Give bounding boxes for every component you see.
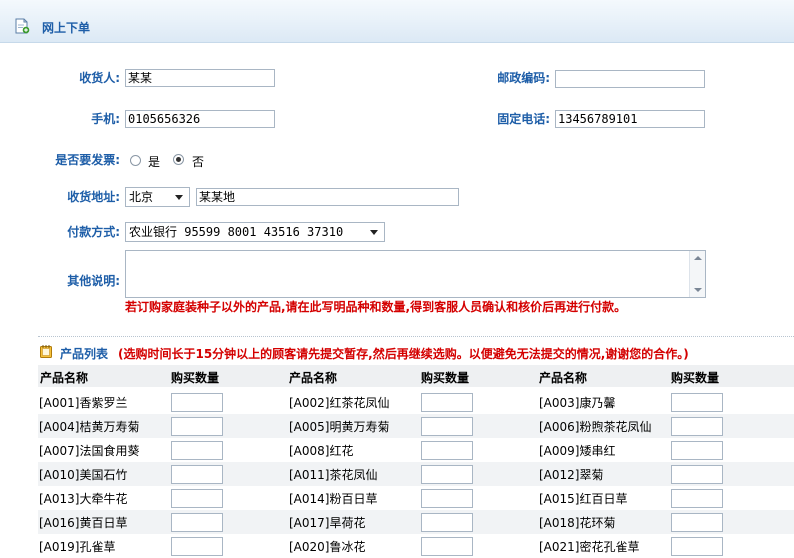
- document-add-icon: [15, 18, 30, 34]
- product-name: [A014]粉百日草: [289, 492, 378, 506]
- product-name: [A017]旱荷花: [289, 516, 366, 530]
- quantity-input[interactable]: [421, 465, 473, 484]
- invoice-label: 是否要发票:: [55, 153, 120, 167]
- chevron-down-icon: [175, 195, 183, 200]
- quantity-input[interactable]: [671, 393, 723, 412]
- product-name: [A004]桔黄万寿菊: [39, 420, 140, 434]
- invoice-yes-radio[interactable]: [130, 155, 141, 166]
- postcode-input[interactable]: [555, 70, 705, 88]
- scroll-down-icon[interactable]: [694, 288, 702, 292]
- quantity-input[interactable]: [171, 513, 223, 532]
- receiver-input[interactable]: 某某: [125, 69, 275, 87]
- product-name: [A008]红花: [289, 444, 354, 458]
- invoice-yes-label: 是: [148, 155, 161, 169]
- address-detail-input[interactable]: 某某地: [196, 188, 459, 206]
- payment-select[interactable]: 农业银行 95599 8001 43516 37310: [125, 222, 385, 242]
- quantity-input[interactable]: [421, 441, 473, 460]
- product-name: [A009]矮串红: [539, 444, 616, 458]
- quantity-input[interactable]: [171, 537, 223, 556]
- receiver-label: 收货人:: [79, 71, 120, 85]
- invoice-no-radio[interactable]: [173, 154, 184, 165]
- postcode-label: 邮政编码:: [497, 71, 550, 85]
- quantity-input[interactable]: [171, 441, 223, 460]
- quantity-input[interactable]: [421, 417, 473, 436]
- product-name: [A007]法国食用葵: [39, 444, 140, 458]
- quantity-input[interactable]: [671, 417, 723, 436]
- product-name: [A005]明黄万寿菊: [289, 420, 390, 434]
- address-label: 收货地址:: [67, 190, 120, 204]
- invoice-no-label: 否: [192, 155, 205, 169]
- product-name: [A012]翠菊: [539, 468, 604, 482]
- quantity-input[interactable]: [171, 465, 223, 484]
- chevron-down-icon: [370, 230, 378, 235]
- column-header-qty: 购买数量: [671, 371, 720, 385]
- product-name: [A015]红百日草: [539, 492, 628, 506]
- quantity-input[interactable]: [421, 489, 473, 508]
- payment-select-value: 农业银行 95599 8001 43516 37310: [129, 225, 344, 239]
- quantity-input[interactable]: [671, 489, 723, 508]
- product-name: [A002]红茶花凤仙: [289, 396, 390, 410]
- product-name: [A003]康乃馨: [539, 396, 616, 410]
- scroll-up-icon[interactable]: [694, 256, 702, 260]
- column-header-name: 产品名称: [289, 371, 338, 385]
- product-list-title: 产品列表: [60, 347, 109, 361]
- mobile-input[interactable]: 0105656326: [125, 110, 275, 128]
- column-header-name: 产品名称: [539, 371, 588, 385]
- divider: [38, 336, 794, 337]
- order-warning: 若订购家庭装种子以外的产品,请在此写明品种和数量,得到客服人员确认和核价后再进行…: [125, 300, 627, 314]
- product-name: [A006]粉煦茶花凤仙: [539, 420, 652, 434]
- product-name: [A020]鲁冰花: [289, 540, 366, 554]
- quantity-input[interactable]: [671, 537, 723, 556]
- payment-label: 付款方式:: [67, 225, 120, 239]
- quantity-input[interactable]: [171, 393, 223, 412]
- product-name: [A018]花环菊: [539, 516, 616, 530]
- quantity-input[interactable]: [671, 465, 723, 484]
- quantity-input[interactable]: [421, 537, 473, 556]
- page-title: 网上下单: [42, 21, 91, 35]
- notepad-icon: [40, 345, 52, 358]
- mobile-label: 手机:: [91, 112, 120, 126]
- city-select-value: 北京: [129, 190, 154, 204]
- quantity-input[interactable]: [671, 441, 723, 460]
- remark-textarea[interactable]: [125, 250, 706, 298]
- phone-input[interactable]: 13456789101: [555, 110, 705, 128]
- column-header-qty: 购买数量: [171, 371, 220, 385]
- product-name: [A011]茶花凤仙: [289, 468, 378, 482]
- phone-label: 固定电话:: [497, 112, 550, 126]
- product-name: [A001]香紫罗兰: [39, 396, 128, 410]
- product-name: [A019]孔雀草: [39, 540, 116, 554]
- product-name: [A016]黄百日草: [39, 516, 128, 530]
- quantity-input[interactable]: [671, 513, 723, 532]
- product-name: [A021]密花孔雀草: [539, 540, 640, 554]
- title-bar: [0, 0, 794, 43]
- product-name: [A013]大牵牛花: [39, 492, 128, 506]
- column-header-name: 产品名称: [40, 371, 89, 385]
- quantity-input[interactable]: [171, 417, 223, 436]
- remark-scrollbar[interactable]: [689, 251, 705, 297]
- city-select[interactable]: 北京: [125, 187, 190, 207]
- product-list-note: (选购时间长于15分钟以上的顾客请先提交暂存,然后再继续选购。以便避免无法提交的…: [118, 347, 689, 361]
- quantity-input[interactable]: [171, 489, 223, 508]
- remark-label: 其他说明:: [67, 274, 120, 288]
- product-name: [A010]美国石竹: [39, 468, 128, 482]
- column-header-qty: 购买数量: [421, 371, 470, 385]
- quantity-input[interactable]: [421, 513, 473, 532]
- quantity-input[interactable]: [421, 393, 473, 412]
